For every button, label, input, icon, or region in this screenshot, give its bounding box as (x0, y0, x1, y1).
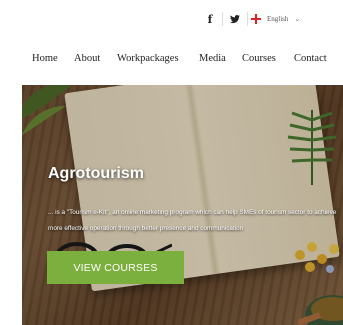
nav-courses[interactable]: Courses (242, 50, 276, 68)
uk-flag-icon (251, 14, 261, 24)
language-selector[interactable]: English ⌄ (251, 12, 300, 26)
hero-description: ... is a "Tourism e-Kit", an online mark… (48, 209, 337, 232)
language-label: English (267, 15, 289, 23)
facebook-icon[interactable]: f (201, 12, 219, 26)
divider (247, 12, 248, 26)
top-bar: f English ⌄ (0, 0, 343, 38)
nav-workpackages[interactable]: Workpackages (117, 50, 179, 68)
main-nav: Home About Workpackages Media Courses Co… (0, 50, 343, 68)
view-courses-button[interactable]: VIEW COURSES (47, 251, 184, 284)
chevron-down-icon: ⌄ (294, 15, 301, 23)
nav-home[interactable]: Home (32, 50, 58, 68)
divider (222, 12, 223, 26)
twitter-icon[interactable] (226, 12, 244, 26)
nav-contact[interactable]: Contact (294, 50, 327, 68)
hero-title: Agrotourism (48, 165, 144, 182)
nav-media[interactable]: Media (199, 50, 226, 68)
nav-about[interactable]: About (74, 50, 100, 68)
twitter-icon (230, 14, 240, 23)
